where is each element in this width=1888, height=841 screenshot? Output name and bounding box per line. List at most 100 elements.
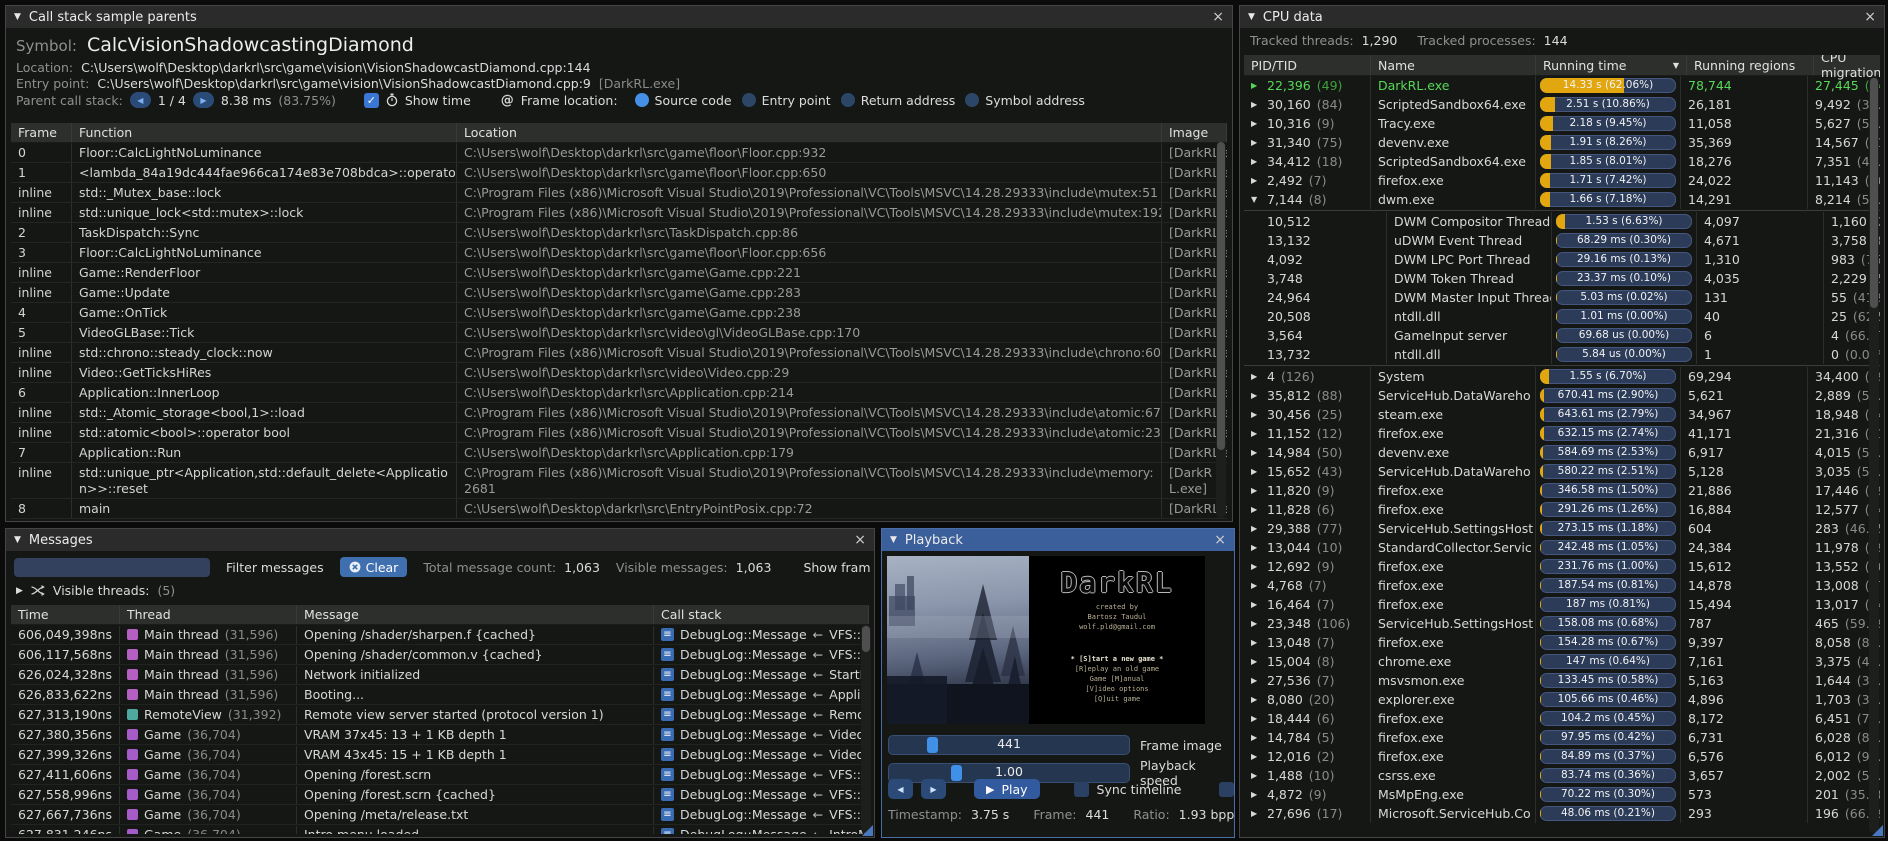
process-row[interactable]: ▶15,004(8)chrome.exe147 ms (0.64%)7,1613… (1244, 652, 1880, 671)
expand-icon[interactable]: ▶ (1251, 805, 1261, 823)
process-row[interactable]: 13,132uDWM Event Thread68.29 ms (0.30%)4… (1244, 231, 1880, 250)
table-row[interactable]: 4Game::OnTickC:\Users\wolf\Desktop\darkr… (11, 303, 1227, 323)
table-row[interactable]: 0Floor::CalcLightNoLuminanceC:\Users\wol… (11, 143, 1227, 163)
column-header-function[interactable]: Function (72, 123, 457, 142)
callstack-icon[interactable]: ≡ (661, 728, 674, 741)
column-header-location[interactable]: Location (457, 123, 1162, 142)
message-row[interactable]: 627,411,606nsGame(36,704)Opening /forest… (11, 765, 869, 785)
process-row[interactable]: ▶4,872(9)MsMpEng.exe70.22 ms (0.30%)5732… (1244, 785, 1880, 804)
message-row[interactable]: 626,024,328nsMain thread(31,596)Network … (11, 665, 869, 685)
process-row[interactable]: ▶27,536(7)msvsmon.exe133.45 ms (0.58%)5,… (1244, 671, 1880, 690)
process-row[interactable]: ▶11,152(12)firefox.exe632.15 ms (2.74%)4… (1244, 424, 1880, 443)
expand-icon[interactable]: ▶ (1251, 115, 1261, 133)
radio-icon[interactable] (635, 93, 649, 107)
expand-icon[interactable]: ▶ (1251, 615, 1261, 633)
expand-icon[interactable]: ▶ (1251, 767, 1261, 785)
table-row[interactable]: 8mainC:\Users\wolf\Desktop\darkrl\src\En… (11, 499, 1227, 519)
process-row[interactable]: ▶29,388(77)ServiceHub.SettingsHost273.15… (1244, 519, 1880, 538)
process-row[interactable]: ▶22,396(49)DarkRL.exe14.33 s (62.06%)78,… (1244, 76, 1880, 95)
process-row[interactable]: 10,512DWM Compositor Thread1.53 s (6.63%… (1244, 212, 1880, 231)
cpu-scrollbar[interactable] (1869, 76, 1879, 833)
expand-icon[interactable]: ▶ (1251, 577, 1261, 595)
frame-location-option[interactable]: Entry point (742, 93, 831, 108)
process-row[interactable]: ▶14,784(5)firefox.exe97.95 ms (0.42%)6,7… (1244, 728, 1880, 747)
close-icon[interactable]: × (854, 533, 866, 547)
table-row[interactable]: inlineGame::UpdateC:\Users\wolf\Desktop\… (11, 283, 1227, 303)
process-row[interactable]: ▶13,044(10)StandardCollector.Servic242.4… (1244, 538, 1880, 557)
callstack-cell[interactable]: ≡DebugLog::Message←VFS::Open (654, 626, 869, 644)
callstack-icon[interactable]: ≡ (661, 708, 674, 721)
filter-input[interactable] (14, 558, 210, 577)
visible-threads-row[interactable]: ▶ Visible threads: (5) (16, 583, 175, 598)
column-header-time[interactable]: Time (11, 605, 120, 624)
close-icon[interactable]: × (1864, 10, 1876, 24)
process-row[interactable]: ▶1,488(10)csrss.exe83.74 ms (0.36%)3,657… (1244, 766, 1880, 785)
process-row[interactable]: 4,092DWM LPC Port Thread29.16 ms (0.13%)… (1244, 250, 1880, 269)
callstack-cell[interactable]: ≡DebugLog::Message←VFS::Open (654, 806, 869, 824)
message-row[interactable]: 606,049,398nsMain thread(31,596)Opening … (11, 625, 869, 645)
expand-icon[interactable]: ▶ (1251, 634, 1261, 652)
table-row[interactable]: inlinestd::_Mutex_base::lockC:\Program F… (11, 183, 1227, 203)
column-header-cpu-migrations[interactable]: CPU migrations (1814, 55, 1880, 75)
frame-location-option[interactable]: Source code (635, 93, 732, 108)
frame-location-option[interactable]: Return address (841, 93, 956, 108)
expand-icon[interactable]: ▶ (1251, 520, 1261, 538)
expand-icon[interactable]: ▶ (1251, 172, 1261, 190)
process-row[interactable]: ▶4,768(7)firefox.exe187.54 ms (0.81%)14,… (1244, 576, 1880, 595)
callstack-icon[interactable]: ≡ (661, 768, 674, 781)
expand-icon[interactable]: ▶ (1251, 710, 1261, 728)
expand-icon[interactable]: ▶ (1251, 368, 1261, 386)
callstack-icon[interactable]: ≡ (661, 668, 674, 681)
process-row[interactable]: 3,564GameInput server69.68 us (0.00%)64(… (1244, 326, 1880, 345)
radio-icon[interactable] (742, 93, 756, 107)
expand-icon[interactable]: ▶ (1251, 653, 1261, 671)
radio-icon[interactable] (965, 93, 979, 107)
column-header-image[interactable]: Image (1162, 123, 1227, 142)
callstack-cell[interactable]: ≡DebugLog::Message←VideoMemo (654, 726, 869, 744)
show-time-checkbox[interactable]: ✓ (364, 93, 379, 108)
step-forward-button[interactable]: ▶ (921, 779, 946, 799)
column-header-name[interactable]: Name (1371, 55, 1536, 75)
expand-icon[interactable]: ▶ (1251, 729, 1261, 747)
process-row[interactable]: ▶12,692(9)firefox.exe231.76 ms (1.00%)15… (1244, 557, 1880, 576)
close-icon[interactable]: × (1212, 10, 1224, 24)
expand-icon[interactable]: ▶ (1251, 153, 1261, 171)
clear-button[interactable]: Clear (340, 557, 408, 577)
message-row[interactable]: 626,833,622nsMain thread(31,596)Booting.… (11, 685, 869, 705)
table-row[interactable]: 2TaskDispatch::SyncC:\Users\wolf\Desktop… (11, 223, 1227, 243)
callstack-icon[interactable]: ≡ (661, 828, 674, 834)
callstack-icon[interactable]: ≡ (661, 788, 674, 801)
process-row[interactable]: ▶31,340(75)devenv.exe1.91 s (8.26%)35,36… (1244, 133, 1880, 152)
collapse-icon[interactable]: ▼ (14, 12, 21, 22)
expand-icon[interactable]: ▶ (1251, 96, 1261, 114)
process-row[interactable]: ▶30,160(84)ScriptedSandbox64.exe2.51 s (… (1244, 95, 1880, 114)
table-row[interactable]: inlinestd::unique_lock<std::mutex>::lock… (11, 203, 1227, 223)
process-row[interactable]: 20,508ntdll.dll1.01 ms (0.00%)4025(62.50… (1244, 307, 1880, 326)
message-row[interactable]: 627,667,736nsGame(36,704)Opening /meta/r… (11, 805, 869, 825)
play-button[interactable]: ▶ Play (974, 779, 1040, 799)
radio-icon[interactable] (841, 93, 855, 107)
table-row[interactable]: 7Application::RunC:\Users\wolf\Desktop\d… (11, 443, 1227, 463)
zoom-2x-checkbox[interactable] (1219, 782, 1234, 797)
next-callstack-button[interactable]: ▶ (193, 92, 214, 108)
table-row[interactable]: inlinestd::unique_ptr<Application,std::d… (11, 463, 1227, 499)
callstack-cell[interactable]: ≡DebugLog::Message←IntroMenu:: (654, 826, 869, 835)
table-row[interactable]: 5VideoGLBase::TickC:\Users\wolf\Desktop\… (11, 323, 1227, 343)
expand-icon[interactable]: ▶ (1251, 406, 1261, 424)
column-header-pid-tid[interactable]: PID/TID (1244, 55, 1371, 75)
process-row[interactable]: ▶11,820(9)firefox.exe346.58 ms (1.50%)21… (1244, 481, 1880, 500)
process-row[interactable]: ▶13,048(7)firefox.exe154.28 ms (0.67%)9,… (1244, 633, 1880, 652)
step-back-button[interactable]: ◀ (888, 779, 913, 799)
expand-icon[interactable]: ▶ (1251, 558, 1261, 576)
process-row[interactable]: ▶12,016(2)firefox.exe84.89 ms (0.37%)6,5… (1244, 747, 1880, 766)
message-row[interactable]: 627,380,356nsGame(36,704)VRAM 37x45: 13 … (11, 725, 869, 745)
process-row[interactable]: ▶27,696(17)Microsoft.ServiceHub.Co48.06 … (1244, 804, 1880, 823)
table-row[interactable]: 6Application::InnerLoopC:\Users\wolf\Des… (11, 383, 1227, 403)
process-row[interactable]: ▶18,444(6)firefox.exe104.2 ms (0.45%)8,1… (1244, 709, 1880, 728)
frame-location-option[interactable]: Symbol address (965, 93, 1085, 108)
callstack-scrollbar[interactable] (1216, 142, 1226, 518)
process-row[interactable]: 24,964DWM Master Input Thread5.03 ms (0.… (1244, 288, 1880, 307)
callstack-cell[interactable]: ≡DebugLog::Message←StartNetwo (654, 666, 869, 684)
table-row[interactable]: inlinestd::atomic<bool>::operator boolC:… (11, 423, 1227, 443)
expand-icon[interactable]: ▶ (1251, 691, 1261, 709)
